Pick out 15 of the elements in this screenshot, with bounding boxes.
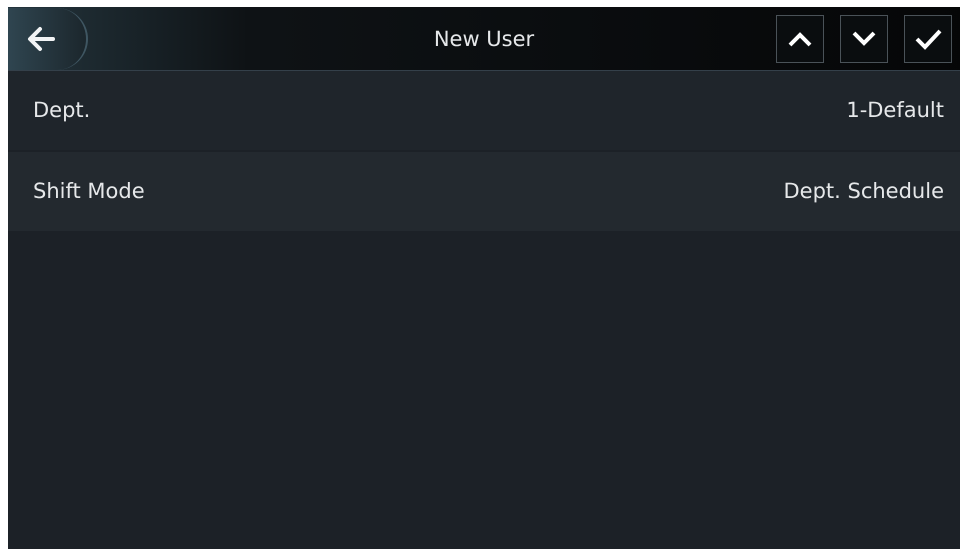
checkmark-icon bbox=[914, 28, 942, 50]
scroll-down-button[interactable] bbox=[840, 14, 888, 62]
chevron-down-icon bbox=[851, 30, 877, 46]
chevron-up-icon bbox=[787, 30, 813, 46]
setting-value: 1-Default bbox=[846, 96, 944, 124]
setting-label: Shift Mode bbox=[33, 178, 145, 205]
settings-row[interactable]: Shift Mode Dept. Schedule bbox=[8, 152, 960, 231]
back-arrow-icon bbox=[26, 26, 56, 52]
scroll-up-button[interactable] bbox=[776, 14, 824, 62]
back-button[interactable] bbox=[8, 8, 88, 70]
setting-value: Dept. Schedule bbox=[783, 178, 944, 205]
page-title: New User bbox=[434, 27, 534, 51]
settings-row[interactable]: Dept. 1-Default bbox=[8, 71, 960, 150]
setting-label: Dept. bbox=[33, 96, 90, 124]
confirm-button[interactable] bbox=[904, 14, 952, 62]
